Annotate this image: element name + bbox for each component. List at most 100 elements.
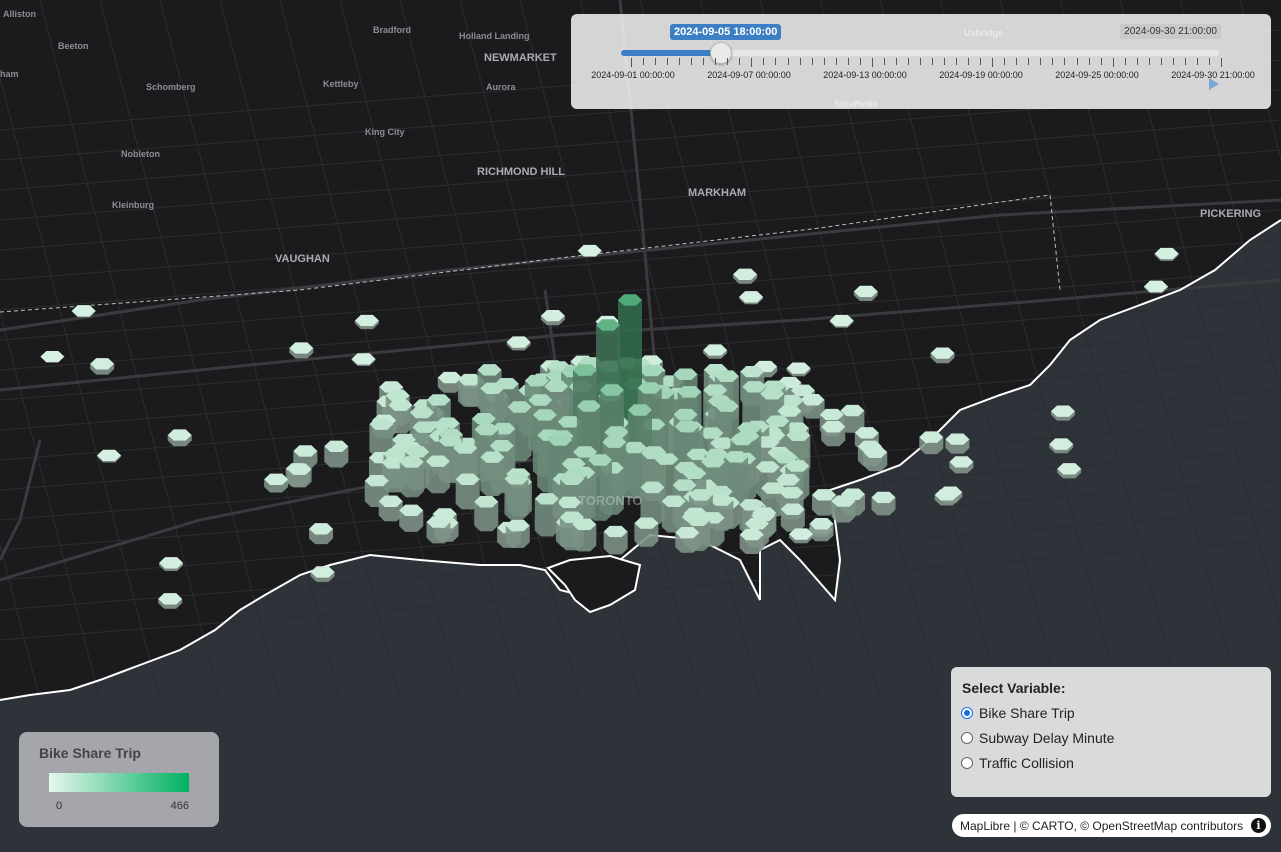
option-traffic-collision[interactable]: Traffic Collision bbox=[961, 755, 1074, 771]
slider-tick bbox=[1088, 58, 1090, 65]
slider-tick bbox=[847, 58, 849, 65]
slider-tick bbox=[1064, 58, 1066, 65]
play-icon[interactable] bbox=[1209, 78, 1219, 90]
slider-tick bbox=[992, 58, 994, 67]
hexbin-column[interactable] bbox=[425, 455, 450, 494]
time-slider-progress bbox=[621, 50, 720, 56]
hexbin-column[interactable] bbox=[634, 517, 659, 547]
hexbin-column[interactable] bbox=[780, 503, 805, 532]
hexbin-column[interactable] bbox=[949, 456, 974, 474]
hexbin-column[interactable] bbox=[378, 495, 403, 522]
option-subway-delay-minute[interactable]: Subway Delay Minute bbox=[961, 730, 1114, 746]
hexbin-column[interactable] bbox=[831, 495, 856, 523]
radio-bike-share-trip[interactable] bbox=[961, 707, 973, 719]
hexbin-column[interactable] bbox=[426, 516, 451, 544]
slider-tick bbox=[871, 58, 873, 67]
hexbin-column[interactable] bbox=[863, 446, 888, 472]
time-slider-panel: 2024-09-05 18:00:00 2024-09-30 21:00:00 … bbox=[571, 14, 1271, 109]
hexbin-column[interactable] bbox=[289, 342, 314, 359]
hexbin-column[interactable] bbox=[324, 440, 349, 468]
slider-tick bbox=[799, 58, 801, 65]
osm-link[interactable]: OpenStreetMap bbox=[1092, 819, 1177, 833]
hexbin-column[interactable] bbox=[603, 525, 628, 555]
carto-link[interactable]: CARTO bbox=[1032, 819, 1074, 833]
slider-tick bbox=[1208, 58, 1210, 65]
hexbin-column[interactable] bbox=[504, 473, 529, 520]
hexbin-column[interactable] bbox=[739, 528, 764, 554]
legend-min: 0 bbox=[56, 800, 63, 812]
hexbin-column[interactable] bbox=[821, 421, 846, 447]
slider-tick bbox=[727, 58, 729, 65]
place-label: Holland Landing bbox=[459, 31, 530, 41]
hexbin-column[interactable] bbox=[399, 504, 424, 532]
slider-tick bbox=[715, 58, 717, 65]
place-label: Bradford bbox=[373, 25, 411, 35]
slider-tick bbox=[823, 58, 825, 65]
hexbin-column[interactable] bbox=[572, 518, 597, 552]
slider-tick bbox=[919, 58, 921, 65]
hexbin-column[interactable] bbox=[934, 489, 959, 506]
attribution-sep: , © bbox=[1073, 818, 1093, 833]
slider-tick bbox=[703, 58, 705, 65]
time-slider-track[interactable] bbox=[621, 42, 1219, 64]
place-label: PICKERING bbox=[1200, 208, 1262, 220]
hexbin-column[interactable] bbox=[505, 519, 530, 548]
place-label: NEWMARKET bbox=[484, 52, 557, 64]
place-label: ham bbox=[0, 69, 19, 79]
option-bike-share-trip[interactable]: Bike Share Trip bbox=[961, 705, 1075, 721]
slider-tick bbox=[1148, 58, 1150, 65]
radio-subway-delay-minute[interactable] bbox=[961, 732, 973, 744]
option-label: Subway Delay Minute bbox=[979, 730, 1115, 746]
color-legend: Bike Share Trip 0 466 bbox=[19, 732, 219, 827]
hexbin-column[interactable] bbox=[809, 517, 834, 542]
maplibre-link[interactable]: MapLibre bbox=[960, 819, 1010, 833]
slider-tick bbox=[1004, 58, 1006, 65]
hexbin-column[interactable] bbox=[919, 431, 944, 455]
hexbin-column[interactable] bbox=[309, 523, 334, 545]
slider-tick bbox=[1196, 58, 1198, 65]
slider-tick bbox=[1028, 58, 1030, 65]
hexbin-column[interactable] bbox=[264, 473, 289, 493]
hexbin-column[interactable] bbox=[480, 451, 505, 497]
hexbin-column[interactable] bbox=[675, 526, 700, 553]
hexbin-column[interactable] bbox=[871, 491, 896, 516]
slider-tick bbox=[739, 58, 741, 65]
slider-tick bbox=[1076, 58, 1078, 65]
place-label: Beeton bbox=[58, 41, 89, 51]
place-label: Nobleton bbox=[121, 149, 160, 159]
attribution-sep: | © bbox=[1010, 818, 1032, 833]
hexbin-column[interactable] bbox=[167, 429, 192, 447]
attribution-contributors: contributors bbox=[1177, 818, 1244, 833]
slider-tick bbox=[1052, 58, 1054, 65]
legend-title: Bike Share Trip bbox=[39, 745, 141, 761]
hexbin-column[interactable] bbox=[945, 433, 970, 454]
legend-max: 466 bbox=[170, 800, 189, 812]
slider-tick-label: 2024-09-07 00:00:00 bbox=[707, 70, 791, 80]
variable-selector-title: Select Variable: bbox=[962, 680, 1066, 696]
hexbin-column[interactable] bbox=[310, 566, 335, 582]
current-time-badge: 2024-09-05 18:00:00 bbox=[670, 24, 782, 40]
info-icon[interactable]: i bbox=[1251, 818, 1266, 833]
slider-tick bbox=[907, 58, 909, 65]
hexbin-column[interactable] bbox=[534, 493, 559, 537]
hexbin-column[interactable] bbox=[474, 496, 499, 532]
slider-tick bbox=[956, 58, 958, 65]
place-label: MARKHAM bbox=[688, 187, 747, 199]
slider-tick bbox=[643, 58, 645, 65]
hexbin-column[interactable] bbox=[1057, 463, 1082, 479]
slider-tick bbox=[944, 58, 946, 65]
hexbin-column[interactable] bbox=[399, 456, 424, 498]
slider-tick bbox=[883, 58, 885, 65]
variable-selector: Select Variable: Bike Share Trip Subway … bbox=[951, 667, 1271, 797]
slider-tick bbox=[980, 58, 982, 65]
slider-tick bbox=[811, 58, 813, 65]
slider-tick bbox=[1184, 58, 1186, 65]
map-attribution: MapLibre | © CARTO , © OpenStreetMap con… bbox=[952, 814, 1271, 837]
hexbin-column[interactable] bbox=[930, 347, 955, 364]
hexbin-column[interactable] bbox=[287, 463, 312, 488]
hexbin-column[interactable] bbox=[90, 358, 115, 375]
radio-traffic-collision[interactable] bbox=[961, 757, 973, 769]
place-label: King City bbox=[365, 127, 405, 137]
hexbin-column[interactable] bbox=[540, 309, 565, 326]
hexbin-column[interactable] bbox=[158, 593, 183, 609]
